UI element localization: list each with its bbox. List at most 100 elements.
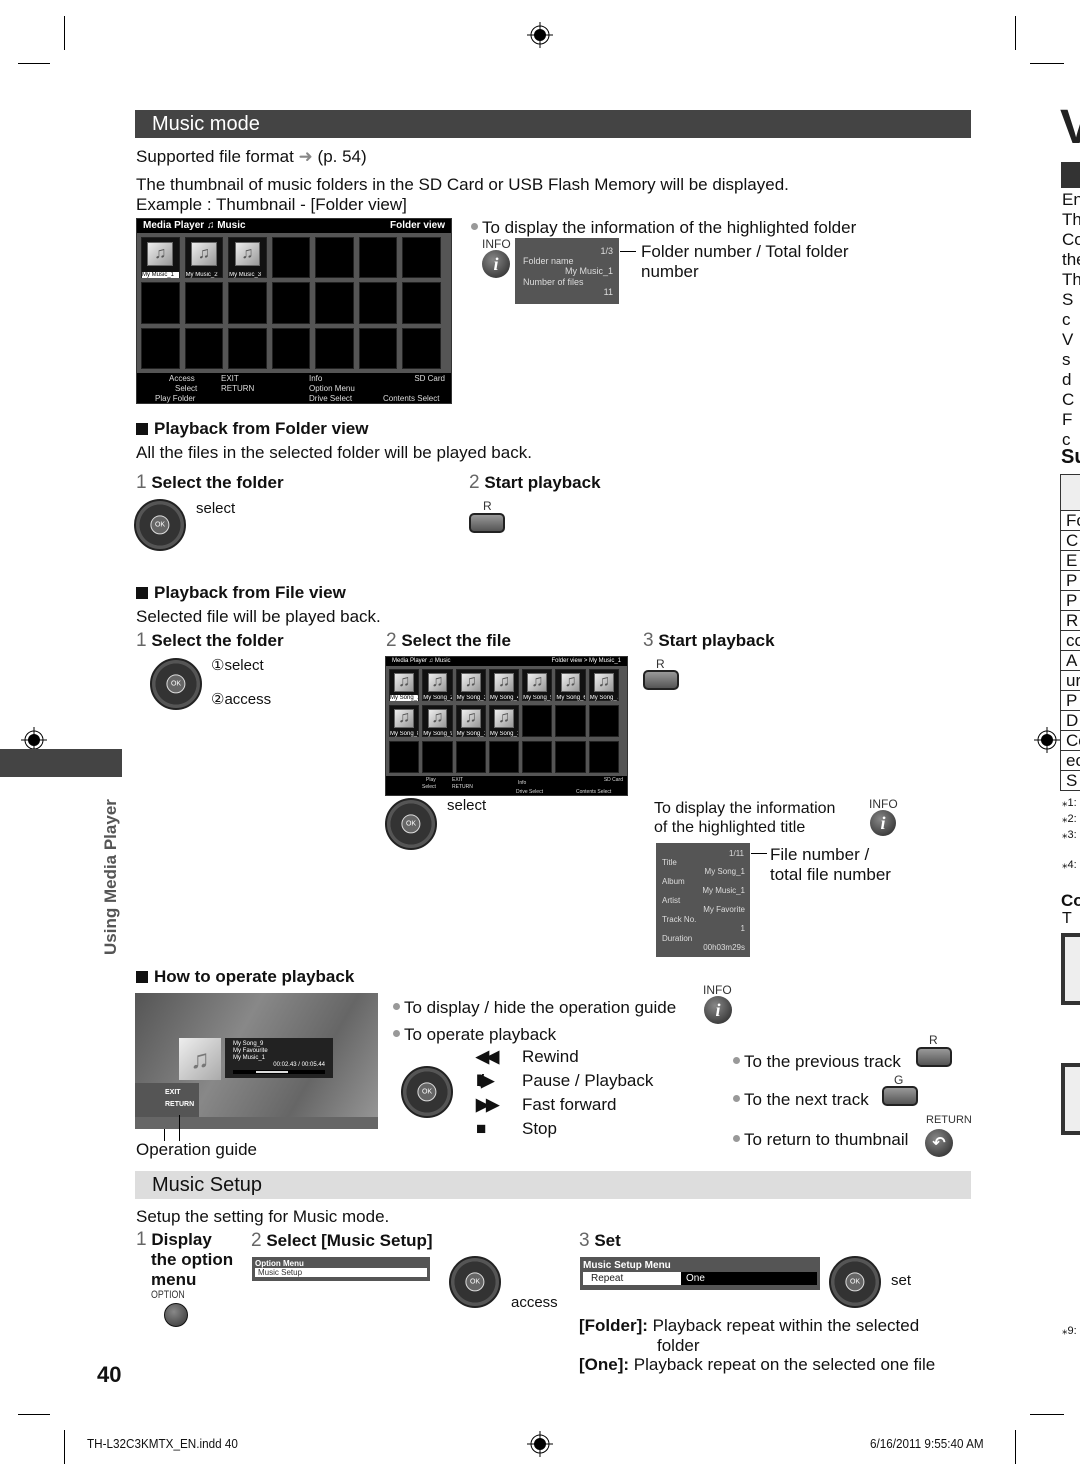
step-number: 3	[643, 630, 654, 651]
crop-mark	[1030, 63, 1064, 64]
page-reference-link[interactable]: (p. 54)	[318, 147, 367, 166]
thumbnail-item[interactable]: ♫ My Song_6	[555, 669, 586, 701]
empty-thumbnail-slot[interactable]	[358, 327, 398, 369]
empty-thumbnail-slot[interactable]	[555, 705, 586, 737]
thumbnail-item[interactable]: ♫ My Song_2	[422, 669, 453, 701]
file-count: 1/11	[729, 849, 744, 858]
screen-header: Media Player ♫ Music Folder view	[137, 219, 451, 233]
bleed-line: Th	[1062, 210, 1080, 229]
repeat-setting-row[interactable]: Repeat One	[583, 1272, 817, 1285]
thumbnail-item[interactable]: ♫ My Song_4	[488, 669, 520, 701]
repeat-setting-value[interactable]: One	[681, 1272, 817, 1285]
thumbnail-item[interactable]: ♫ My Song_5	[522, 669, 553, 701]
heading-operate: How to operate playback	[136, 967, 354, 987]
bleed-subheading: Su	[1061, 446, 1080, 468]
empty-thumbnail-slot[interactable]	[588, 741, 619, 773]
empty-thumbnail-slot[interactable]	[315, 282, 354, 324]
empty-thumbnail-slot[interactable]	[315, 327, 354, 369]
select-hint: select	[447, 797, 487, 814]
info-row-label: Album	[662, 877, 685, 886]
folder-name-label: Folder name	[523, 256, 574, 266]
footer-select: Select	[422, 784, 436, 790]
thumbnail-item[interactable]: ♫ My Song_9	[422, 705, 453, 737]
empty-thumbnail-slot[interactable]	[488, 741, 520, 773]
footer-sd-card: SD Card	[603, 777, 623, 783]
option-menu-item-music-setup[interactable]: Music Setup	[255, 1268, 427, 1277]
empty-thumbnail-slot[interactable]	[422, 741, 453, 773]
registration-mark-icon	[527, 22, 553, 48]
music-note-icon: ♫	[494, 673, 514, 692]
empty-thumbnail-slot[interactable]	[141, 282, 180, 324]
empty-thumbnail-slot[interactable]	[402, 237, 441, 279]
bleed-table-row: A	[1061, 651, 1080, 671]
empty-thumbnail-slot[interactable]	[389, 741, 420, 773]
empty-thumbnail-slot[interactable]	[522, 741, 553, 773]
section-title-music-setup: Music Setup	[135, 1171, 971, 1199]
file-callout-1: File number /	[770, 845, 870, 864]
thumbnail-label: My Song_4	[489, 695, 519, 701]
step-label: Select the folder	[151, 631, 284, 650]
thumbnail-item[interactable]: ♫ My Song_11	[488, 705, 520, 737]
thumbnail-item[interactable]: ♫ My Song_1	[389, 669, 420, 701]
thumbnail-item[interactable]: ♫ My Song_10	[455, 705, 486, 737]
empty-thumbnail-slot[interactable]	[522, 705, 553, 737]
access-hint: ②access	[211, 691, 272, 708]
info-row-value: My Song_1	[704, 867, 745, 876]
empty-thumbnail-slot[interactable]	[184, 327, 224, 369]
intro-text-1: The thumbnail of music folders in the SD…	[136, 175, 789, 194]
empty-thumbnail-slot[interactable]	[555, 741, 586, 773]
music-note-icon: ♫	[593, 673, 614, 692]
empty-thumbnail-slot[interactable]	[228, 282, 267, 324]
folder-info-bullet: To display the information of the highli…	[471, 218, 856, 238]
empty-thumbnail-slot[interactable]	[455, 741, 486, 773]
thumbnail-label: My Song_7	[589, 695, 618, 701]
thumbnail-item[interactable]: ♫ My Music_2	[184, 237, 224, 279]
music-note-icon: ♫	[494, 709, 514, 728]
empty-thumbnail-slot[interactable]	[402, 282, 441, 324]
playback-control-label: Stop	[522, 1119, 557, 1138]
thumbnail-item[interactable]: ♫ My Song_7	[588, 669, 619, 701]
music-note-icon: ♫	[394, 673, 415, 692]
thumbnail-label: My Song_1	[390, 695, 419, 701]
thumbnail-item[interactable]: ♫ My Music_1	[141, 237, 180, 279]
empty-thumbnail-slot[interactable]	[358, 237, 398, 279]
red-key-label: R	[656, 657, 665, 671]
page-number: 40	[97, 1362, 122, 1387]
footer-drive-select: Drive Select	[309, 394, 353, 403]
empty-thumbnail-slot[interactable]	[315, 237, 354, 279]
bleed-line: c	[1062, 310, 1071, 329]
files-count-label: Number of files	[523, 277, 584, 287]
next-track-text: To the next track	[733, 1090, 869, 1110]
empty-thumbnail-slot[interactable]	[358, 282, 398, 324]
crop-mark	[1015, 1430, 1016, 1464]
bleed-frame	[1061, 1063, 1080, 1135]
footer-timestamp: 6/16/2011 9:55:40 AM	[870, 1436, 984, 1451]
thumbnail-label: My Song_6	[556, 695, 585, 701]
empty-thumbnail-slot[interactable]	[402, 327, 441, 369]
empty-thumbnail-slot[interactable]	[588, 705, 619, 737]
music-note-icon: ♫	[527, 673, 548, 692]
bleed-table-row: P	[1061, 691, 1080, 711]
thumbnail-item[interactable]: ♫ My Music_3	[228, 237, 267, 279]
empty-thumbnail-slot[interactable]	[271, 282, 311, 324]
empty-thumbnail-slot[interactable]	[271, 237, 311, 279]
empty-thumbnail-slot[interactable]	[141, 327, 180, 369]
progress-bar	[233, 1070, 325, 1074]
set-hint: set	[891, 1272, 912, 1289]
empty-thumbnail-slot[interactable]	[228, 327, 267, 369]
step-number: 2	[469, 472, 480, 493]
crop-mark	[64, 16, 65, 50]
bleed-table-row: D	[1061, 711, 1080, 731]
step-number: 1	[136, 472, 147, 493]
guide-exit: EXIT	[165, 1089, 181, 1096]
thumbnail-item[interactable]: ♫ My Song_8	[389, 705, 420, 737]
empty-thumbnail-slot[interactable]	[271, 327, 311, 369]
registration-mark-icon	[1034, 727, 1060, 753]
empty-thumbnail-slot[interactable]	[184, 282, 224, 324]
thumbnail-label: My Song_3	[456, 695, 485, 701]
footer-return: RETURN	[221, 384, 255, 393]
arrow-right-icon: ➜	[298, 147, 313, 166]
info-row-value: My Music_1	[702, 886, 745, 895]
bleed-table-row: Co	[1061, 731, 1080, 751]
thumbnail-item[interactable]: ♫ My Song_3	[455, 669, 486, 701]
